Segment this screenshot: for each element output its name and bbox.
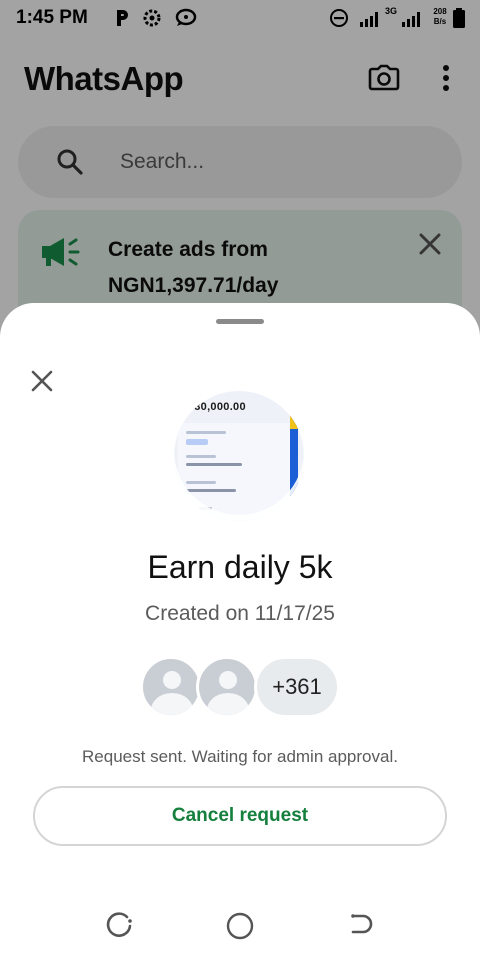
member-avatars: +361 <box>140 656 340 718</box>
close-sheet-button[interactable] <box>26 365 58 397</box>
avatar-head <box>219 671 237 689</box>
back-button[interactable] <box>342 908 378 944</box>
recent-apps-icon <box>106 912 132 937</box>
group-invite-sheet: ₦30,000.00 Earn daily 5k Created on 11/1… <box>0 303 480 960</box>
avatar <box>140 656 202 718</box>
request-status-text: Request sent. Waiting for admin approval… <box>82 747 398 766</box>
group-created-date: Created on 11/17/25 <box>145 602 335 625</box>
member-overflow-count: +361 <box>254 656 340 718</box>
home-icon <box>226 912 254 940</box>
back-icon <box>351 914 373 934</box>
recent-apps-button[interactable] <box>102 908 138 944</box>
home-button[interactable] <box>222 908 258 944</box>
close-icon <box>31 370 53 392</box>
cancel-request-button[interactable]: Cancel request <box>33 786 447 846</box>
avatar <box>196 656 258 718</box>
group-photo: ₦30,000.00 <box>174 391 304 521</box>
drag-handle[interactable] <box>216 319 264 324</box>
photo-ring <box>174 391 304 521</box>
avatar-body <box>151 693 193 715</box>
system-nav-bar <box>0 890 480 960</box>
avatar-head <box>163 671 181 689</box>
avatar-body <box>207 693 249 715</box>
group-name: Earn daily 5k <box>147 549 333 585</box>
